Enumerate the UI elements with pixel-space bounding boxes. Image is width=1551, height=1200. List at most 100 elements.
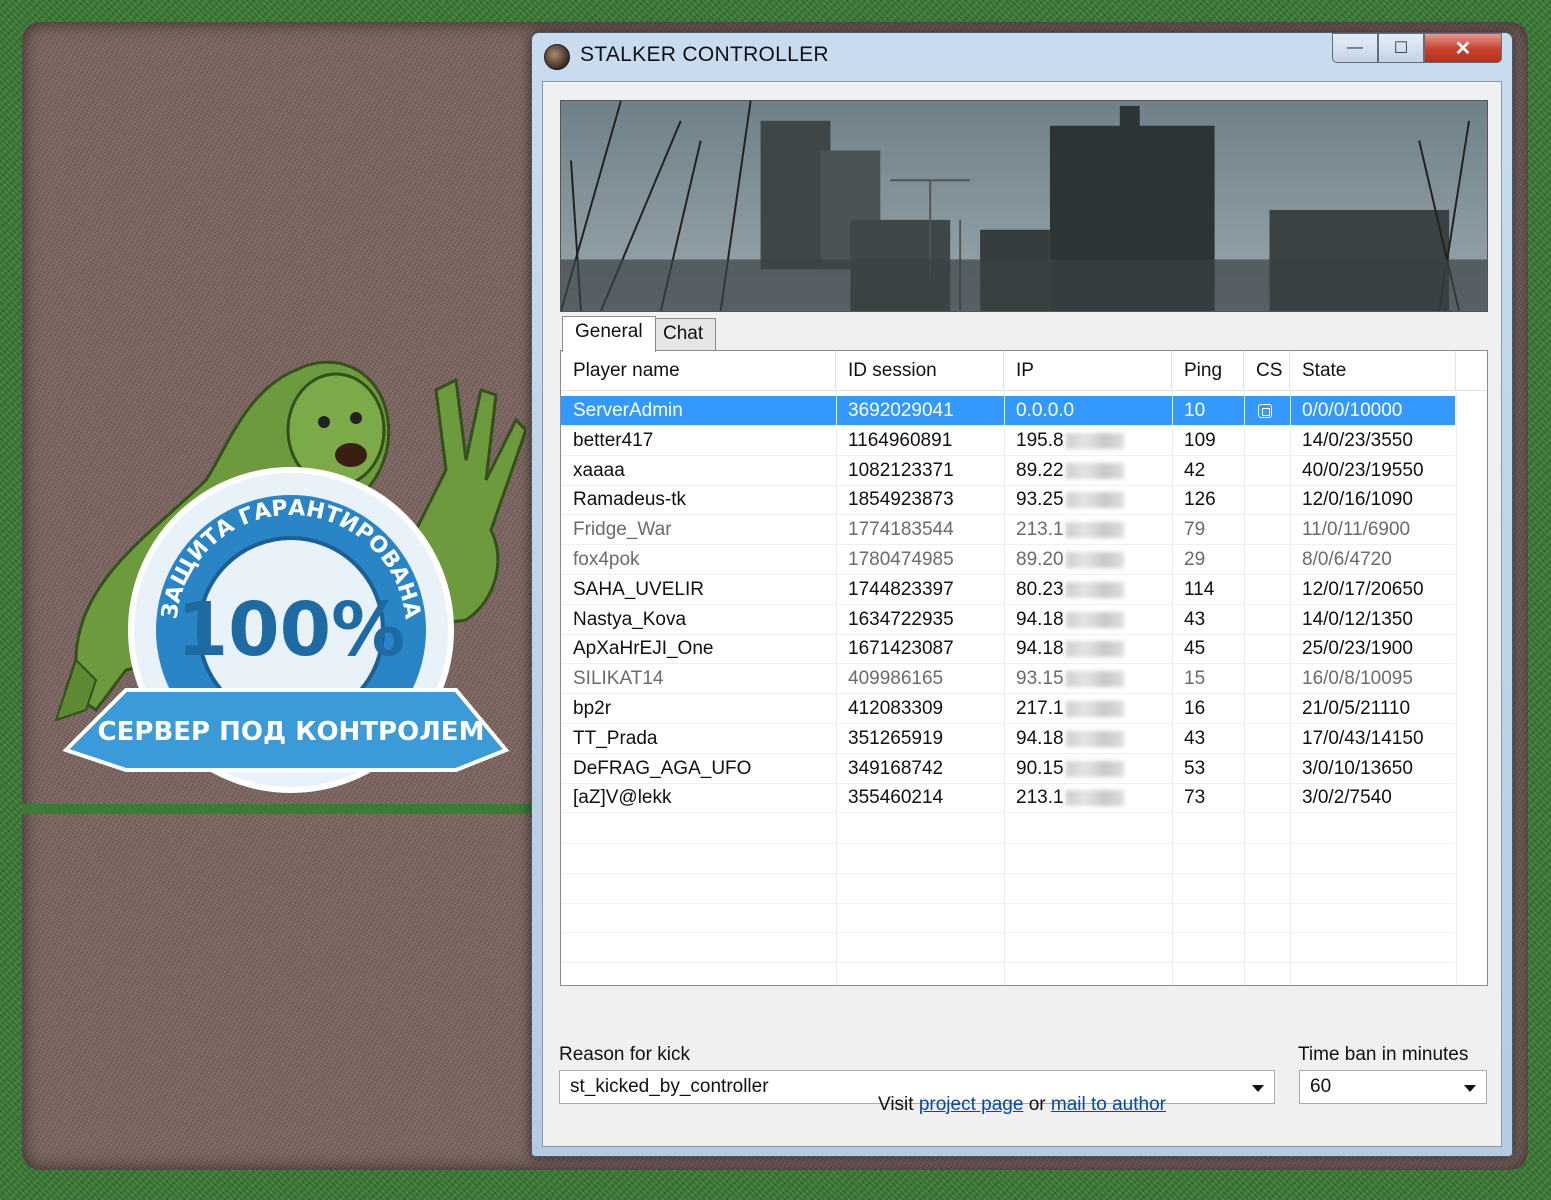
cell-player-name: better417 — [561, 426, 836, 456]
cell-ping-text: 42 — [1184, 459, 1206, 481]
cell-ping: 10 — [1172, 396, 1244, 426]
cell-ip-text: 93.15 — [1016, 668, 1064, 690]
footer-links: Visit project page or mail to author — [543, 1094, 1501, 1116]
table-row[interactable]: fox4pok 1780474985 89.20 29 8/0/6/4720 — [561, 545, 1455, 575]
reason-for-kick-label: Reason for kick — [559, 1044, 690, 1065]
table-row[interactable]: xaaaa 1082123371 89.22 42 40/0/23/19550 — [561, 456, 1455, 486]
cell-ping-text: 109 — [1184, 429, 1216, 451]
cell-state-text: 12/0/17/20650 — [1302, 578, 1424, 600]
cell-ip-text: 80.23 — [1016, 578, 1064, 600]
minimize-button[interactable]: — — [1332, 33, 1378, 63]
cell-state-text: 12/0/16/1090 — [1302, 489, 1413, 511]
table-row[interactable]: [aZ]V@lekk 355460214 213.1 73 3/0/2/7540 — [561, 783, 1455, 814]
cell-ip: 80.23 — [1004, 575, 1172, 605]
time-ban-label: Time ban in minutes — [1298, 1044, 1469, 1065]
table-row[interactable]: Fridge_War 1774183544 213.1 79 11/0/11/6900 — [561, 515, 1455, 546]
cell-id-session-text: 1854923873 — [848, 489, 954, 511]
maximize-button[interactable]: ☐ — [1378, 33, 1424, 63]
cell-cs — [1244, 485, 1290, 515]
cell-player-name: TT_Prada — [561, 724, 836, 754]
masked-ip-blur — [1065, 641, 1124, 658]
cell-ping: 42 — [1172, 456, 1244, 486]
cell-cs — [1244, 605, 1290, 635]
column-header-id-session[interactable]: ID session — [836, 351, 1004, 391]
cell-ip: 217.1 — [1004, 694, 1172, 724]
cell-ip: 94.18 — [1004, 724, 1172, 754]
cell-player-name-text: [aZ]V@lekk — [573, 787, 672, 809]
seal-percent: 100% — [177, 587, 406, 673]
cell-ping-text: 45 — [1184, 638, 1206, 660]
masked-ip-blur — [1065, 581, 1124, 598]
cell-state-text: 3/0/10/13650 — [1302, 757, 1413, 779]
table-header: Player name ID session IP Ping CS State — [561, 351, 1487, 391]
cell-player-name: SAHA_UVELIR — [561, 575, 836, 605]
footer-middle: or — [1028, 1094, 1046, 1115]
players-table[interactable]: Player name ID session IP Ping CS State … — [560, 350, 1488, 986]
column-header-ping[interactable]: Ping — [1172, 351, 1244, 391]
cell-id-session: 412083309 — [836, 694, 1004, 724]
table-row[interactable]: DeFRAG_AGA_UFO 349168742 90.15 53 3/0/10/136… — [561, 754, 1455, 784]
cell-id-session: 3692029041 — [836, 396, 1004, 426]
column-header-ip[interactable]: IP — [1004, 351, 1172, 391]
cell-ping-text: 29 — [1184, 549, 1206, 570]
chevron-down-icon[interactable] — [1252, 1085, 1264, 1092]
window-title: STALKER CONTROLLER — [580, 43, 829, 66]
table-row[interactable]: SILIKAT14 409986165 93.15 15 16/0/8/10095 — [561, 664, 1456, 695]
table-row[interactable]: better417 1164960891 195.8 109 14/0/23/3550 — [561, 426, 1455, 456]
tab-chat[interactable]: Chat — [650, 318, 717, 350]
cell-state: 25/0/23/1900 — [1290, 634, 1456, 664]
project-page-link[interactable]: project page — [919, 1094, 1024, 1115]
cell-ip: 93.15 — [1004, 664, 1172, 694]
mail-to-author-link[interactable]: mail to author — [1051, 1094, 1166, 1115]
masked-ip-blur — [1065, 700, 1124, 717]
cell-ip: 213.1 — [1004, 783, 1172, 813]
chevron-down-icon[interactable] — [1464, 1085, 1476, 1092]
cell-ip: 0.0.0.0 — [1004, 396, 1172, 426]
cell-ping: 16 — [1172, 694, 1244, 724]
cell-cs — [1244, 456, 1290, 486]
cell-state: 14/0/12/1350 — [1290, 605, 1456, 635]
cell-cs — [1244, 515, 1290, 545]
table-row[interactable]: ServerAdmin 3692029041 0.0.0.0 10 0/0/0/1000… — [561, 396, 1455, 426]
cell-ping: 53 — [1172, 754, 1244, 784]
tab-general[interactable]: General — [562, 316, 656, 352]
column-header-state[interactable]: State — [1290, 351, 1456, 391]
table-row[interactable]: bp2r 412083309 217.1 16 21/0/5/21110 — [561, 694, 1455, 724]
cell-player-name-text: better417 — [573, 429, 654, 451]
cell-id-session-text: 355460214 — [848, 787, 944, 809]
table-row[interactable]: TT_Prada 351265919 94.18 43 17/0/43/14150 — [561, 724, 1455, 754]
cell-ip-text: 213.1 — [1016, 787, 1064, 809]
column-header-player-name[interactable]: Player name — [561, 351, 836, 391]
cell-state-text: 14/0/12/1350 — [1302, 608, 1413, 630]
cell-id-session: 1082123371 — [836, 456, 1004, 486]
cell-player-name: bp2r — [561, 694, 836, 724]
client-area: General Chat Player name ID session IP P… — [542, 81, 1502, 1147]
cell-id-session-text: 412083309 — [848, 698, 944, 719]
cell-id-session-text: 3692029041 — [848, 400, 954, 421]
close-button[interactable]: ✕ — [1424, 33, 1502, 63]
cell-id-session: 409986165 — [836, 664, 1004, 694]
table-row[interactable]: SAHA_UVELIR 1744823397 80.23 114 12/0/17/206… — [561, 575, 1455, 605]
app-window: STALKER CONTROLLER — ☐ ✕ General Chat Pl… — [531, 32, 1513, 1157]
table-row[interactable]: ApXaHrEJI_One 1671423087 94.18 45 25/0/23/19… — [561, 634, 1456, 665]
table-row[interactable]: Nastya_Kova 1634722935 94.18 43 14/0/12/1350 — [561, 605, 1455, 635]
title-bar[interactable]: STALKER CONTROLLER — ☐ ✕ — [532, 33, 1512, 77]
empty-row-line — [561, 962, 1455, 964]
cell-ip-text: 217.1 — [1016, 698, 1064, 719]
cell-ping: 126 — [1172, 485, 1244, 515]
cell-player-name-text: bp2r — [573, 698, 612, 719]
cell-id-session-text: 1164960891 — [848, 429, 953, 451]
cell-player-name: Fridge_War — [561, 515, 836, 545]
cell-state: 16/0/8/10095 — [1290, 664, 1456, 694]
cell-state: 40/0/23/19550 — [1290, 456, 1456, 486]
cell-state: 0/0/0/10000 — [1290, 396, 1456, 426]
table-row[interactable]: Ramadeus-tk 1854923873 93.25 126 12/0/16/109… — [561, 485, 1456, 516]
cell-state: 12/0/16/1090 — [1290, 485, 1456, 515]
masked-ip-blur — [1065, 462, 1124, 479]
column-header-cs[interactable]: CS — [1244, 351, 1290, 391]
masked-ip-blur — [1065, 432, 1124, 449]
cell-id-session-text: 1774183544 — [848, 519, 954, 541]
cell-state: 3/0/10/13650 — [1290, 754, 1456, 784]
cell-id-session: 1780474985 — [836, 545, 1004, 575]
cell-id-session: 1774183544 — [836, 515, 1004, 545]
